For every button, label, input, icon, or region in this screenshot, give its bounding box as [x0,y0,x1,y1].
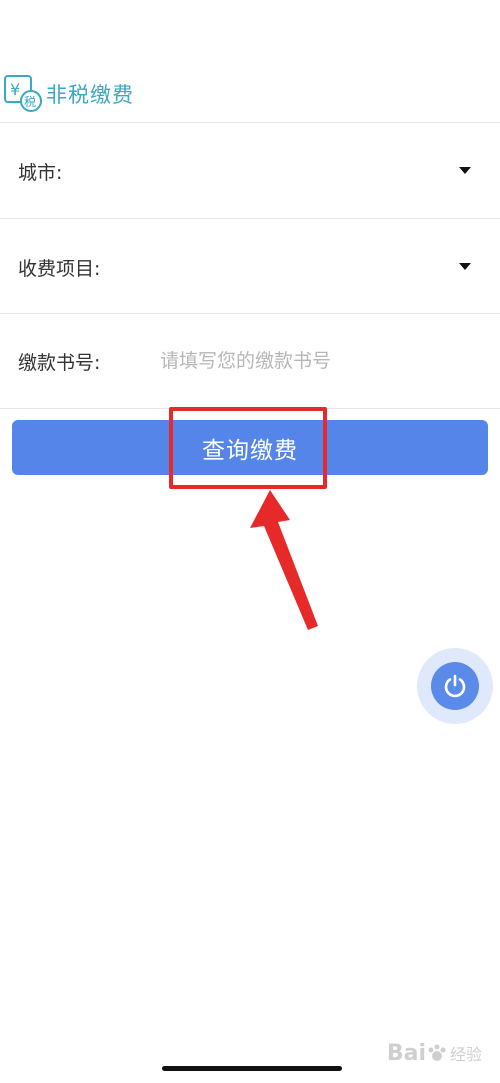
power-icon[interactable] [431,662,479,710]
payment-number-row: 缴款书号: [0,314,500,408]
caret-down-icon[interactable] [459,263,471,270]
highlight-box [169,407,327,489]
svg-text:¥: ¥ [10,80,20,99]
brand-header: ¥ 税 非税缴费 [0,72,200,116]
svg-text:税: 税 [24,95,36,109]
tax-logo-icon: ¥ 税 [2,73,44,115]
watermark-sub: 经验 [449,1045,482,1064]
annotation-arrow-icon [250,490,318,630]
paw-icon [428,1044,446,1061]
floating-power-button[interactable] [417,648,493,724]
city-label: 城市: [18,161,63,184]
payment-number-label: 缴款书号: [18,351,101,374]
watermark-logo: Bai [386,1040,426,1066]
watermark: Bai 经验 [387,1033,482,1073]
city-select[interactable]: 城市: [0,124,500,218]
caret-down-icon[interactable] [459,167,471,174]
payment-number-input[interactable] [160,341,460,381]
divider [0,122,500,123]
home-indicator[interactable] [162,1066,342,1071]
app-title: 非税缴费 [46,83,134,107]
divider [0,218,500,219]
fee-item-select[interactable]: 收费项目: [0,220,500,314]
fee-item-label: 收费项目: [18,257,101,280]
